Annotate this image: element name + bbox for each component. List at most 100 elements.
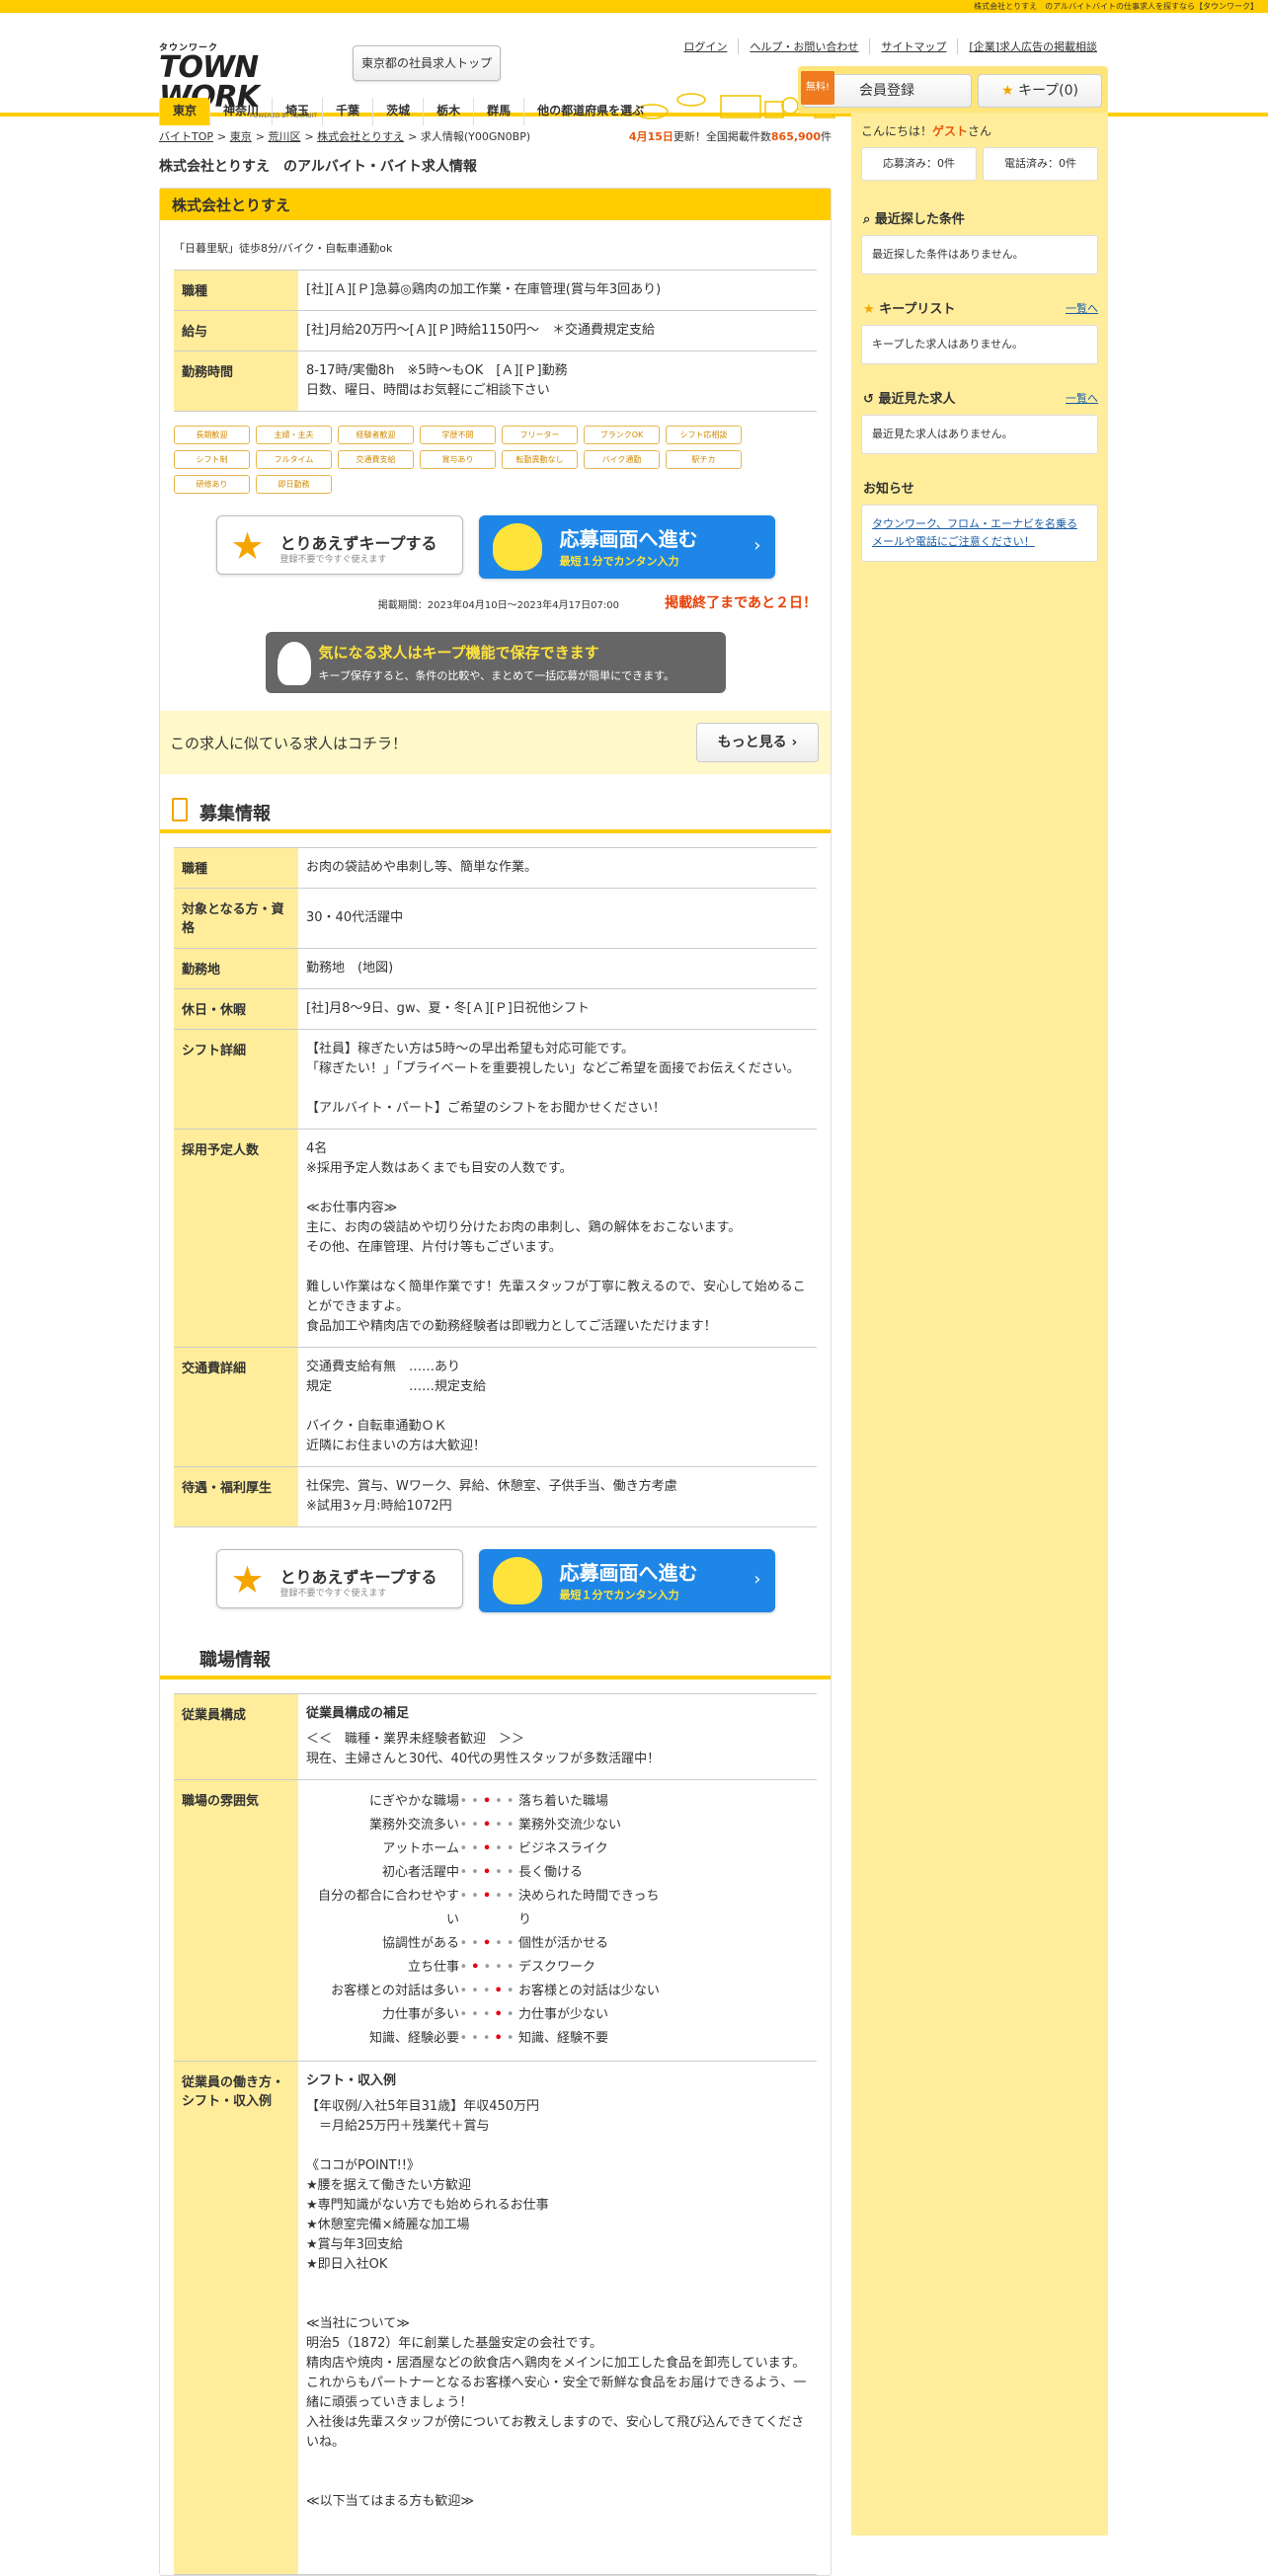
top-banner: 株式会社とりすえ のアルバイトバイトの仕事求人を探すなら【タウンワーク】 [0, 0, 1268, 13]
row-header: 従業員構成 [174, 1694, 298, 1779]
dot: • [506, 2031, 518, 2046]
row-value: [社]月8～9日、gw、夏・冬[Ａ][Ｐ]日祝他シフト [306, 1001, 590, 1016]
tab-tochigi[interactable]: 栃木 [423, 98, 473, 125]
access-text: 「日暮里駅」徒歩8分/バイク・自転車通勤ok [174, 242, 393, 255]
bird-icon [492, 523, 542, 571]
recent-view-heading: ↺ 最近見た求人 一覧へ [851, 364, 1108, 415]
dot: • [471, 1865, 483, 1880]
row-header: 勤務地 [174, 949, 298, 988]
dot: • [495, 1960, 507, 1975]
row-header: 職場の雰囲気 [174, 1780, 298, 2061]
bird-icon [277, 642, 311, 685]
dot: • [471, 1889, 483, 1904]
recent-view-link[interactable]: 一覧へ [1066, 390, 1098, 406]
tab-other[interactable]: 他の都道府県を選ぶ [523, 98, 657, 125]
dot: • [506, 2007, 518, 2022]
notice-heading: お知らせ [851, 454, 1108, 505]
page-title: 株式会社とりすえ のアルバイト・バイト求人情報 [159, 159, 477, 175]
crumb-company[interactable]: 株式会社とりすえ [317, 130, 404, 143]
row-value: 8-17時/実働8h ※5時～もOK [Ａ][Ｐ]勤務 日数、曜日、時間はお気軽… [306, 363, 568, 398]
register-button[interactable]: 無料! 会員登録 [801, 71, 972, 108]
dot: • [482, 1984, 495, 1998]
composition-title: 従業員構成の補足 [306, 1706, 410, 1721]
banner-sub: キープ保存すると、条件の比較や、まとめて一括応募が簡単にできます。 [318, 669, 674, 682]
map-link[interactable]: 勤務地 (地図) [298, 949, 817, 988]
apply-button[interactable]: 応募画面へ進む最短１分でカンタン入力 › [478, 515, 775, 579]
dot: • [471, 1984, 483, 1998]
atmosphere-left: にぎやかな職場 [368, 1794, 459, 1809]
atmosphere-dots: ••••• [459, 1837, 518, 1861]
atmosphere-dots: ••••• [459, 1956, 518, 1980]
crumb-arakawa[interactable]: 荒川区 [268, 130, 300, 143]
sitemap-link[interactable]: サイトマップ [869, 39, 957, 54]
keep-list-link[interactable]: 一覧へ [1066, 300, 1098, 316]
tag: 主婦・主夫 [256, 426, 332, 444]
help-link[interactable]: ヘルプ・お問い合わせ [738, 39, 869, 54]
site-header: タウンワーク TOWN WORK POWERED BY RECRUIT 東京都の… [0, 13, 1268, 125]
row-value: 社保完、賞与、Wワーク、昇給、休憩室、子供手当、働き方考慮 ※試用3ヶ月:時給1… [306, 1479, 677, 1514]
login-link[interactable]: ログイン [673, 39, 738, 54]
keep-button[interactable]: ★ とりあえずキープする 登録不要で今すぐ使えます [215, 515, 463, 575]
similar-jobs: この求人に似ている求人はコチラ！ もっと見る › [160, 711, 831, 774]
selected-dot: • [482, 1818, 496, 1833]
recruit-row: 休日・休暇 [社]月8～9日、gw、夏・冬[Ａ][Ｐ]日祝他シフト [174, 989, 817, 1030]
apply-sub: 最短１分でカンタン入力 [559, 555, 679, 568]
free-badge: 無料! [801, 71, 835, 105]
notice-title: お知らせ [863, 482, 914, 497]
tag: フルタイム [256, 450, 332, 469]
tab-gunma[interactable]: 群馬 [473, 98, 523, 125]
company-name: 株式会社とりすえ [160, 189, 831, 220]
dot: • [506, 1936, 518, 1951]
keep-button[interactable]: ★ とりあえずキープする 登録不要で今すぐ使えます [215, 1549, 463, 1608]
more-button[interactable]: もっと見る › [696, 723, 819, 762]
dot: • [495, 1841, 507, 1856]
row-header: 対象となる方・資格 [174, 889, 298, 948]
employee-top-button[interactable]: 東京都の社員求人トップ [353, 45, 501, 81]
tab-ibaraki[interactable]: 茨城 [372, 98, 423, 125]
tab-chiba[interactable]: 千葉 [322, 98, 372, 125]
tab-kanagawa[interactable]: 神奈川 [209, 98, 272, 125]
dot: • [506, 1984, 518, 1998]
tab-tokyo[interactable]: 東京 [159, 98, 210, 125]
selected-dot: • [471, 1960, 484, 1975]
action-buttons: ★ とりあえずキープする 登録不要で今すぐ使えます 応募画面へ進む最短１分でカンタン… [160, 515, 831, 579]
tab-saitama[interactable]: 埼玉 [272, 98, 322, 125]
atmosphere-left: 立ち仕事 [407, 1960, 459, 1975]
keep-header-label: キープ(0) [1018, 83, 1078, 99]
update-unit: 件 [821, 130, 832, 143]
tag: 研修あり [174, 475, 250, 494]
workplace-heading: 職場情報 [160, 1642, 831, 1679]
action-buttons-2: ★ とりあえずキープする 登録不要で今すぐ使えます 応募画面へ進む 最短１分でカンタン… [160, 1549, 831, 1612]
apply-label: 応募画面へ進む [559, 527, 698, 551]
recent-cond-body: 最近探した条件はありません。 [861, 235, 1098, 274]
dot: • [459, 1818, 472, 1833]
dot: • [483, 1960, 496, 1975]
townwork-logo[interactable]: タウンワーク TOWN WORK POWERED BY RECRUIT [159, 40, 337, 119]
row-header: 給与 [174, 311, 298, 351]
called-count[interactable]: 電話済み：0件 [983, 147, 1098, 181]
dot: • [495, 1818, 507, 1833]
search-icon: ⌕ [863, 212, 871, 227]
crumb-baito-top[interactable]: バイトTOP [159, 130, 213, 143]
bird-icon [492, 1557, 542, 1604]
row-header: 休日・休暇 [174, 989, 298, 1029]
dot: • [482, 2007, 495, 2022]
dot: • [471, 1794, 483, 1809]
tag: ブランクOK [584, 426, 660, 444]
dot: • [459, 1889, 472, 1904]
notice-link[interactable]: タウンワーク、フロム・エーナビを名乗るメールや電話にご注意ください！ [872, 517, 1077, 548]
dot: • [495, 1865, 507, 1880]
chevron-right-icon: › [753, 535, 761, 556]
applied-count[interactable]: 応募済み：0件 [861, 147, 977, 181]
dot: • [471, 2031, 483, 2046]
atmosphere-grid: にぎやかな職場 ••••• 落ち着いた職場 業務外交流多い ••••• 業務外交流少ないア… [298, 1780, 817, 2061]
register-label: 会員登録 [859, 83, 914, 99]
apply-button[interactable]: 応募画面へ進む 最短１分でカンタン入力 › [478, 1549, 775, 1612]
crumb-tokyo[interactable]: 東京 [230, 130, 252, 143]
greet-pre: こんにちは！ [861, 124, 933, 138]
atmosphere-left: アットホーム [382, 1841, 459, 1856]
ad-consult-link[interactable]: [企業]求人広告の掲載相談 [957, 39, 1108, 54]
keep-feature-banner[interactable]: 気になる求人はキープ機能で保存できます キープ保存すると、条件の比較や、まとめて… [265, 632, 726, 693]
keep-header-button[interactable]: ★ キープ(0) [978, 74, 1102, 108]
dot: • [459, 1984, 472, 1998]
